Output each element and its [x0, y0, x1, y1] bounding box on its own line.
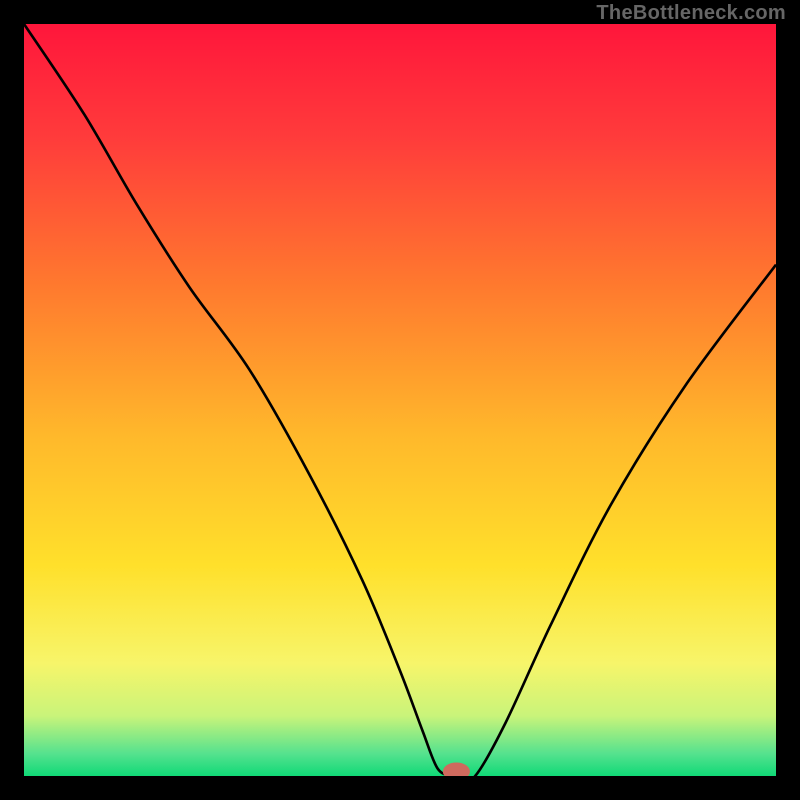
source-credit: TheBottleneck.com [596, 2, 786, 25]
plot-area [24, 24, 776, 776]
bottleneck-chart [24, 24, 776, 776]
chart-container: TheBottleneck.com [0, 0, 800, 800]
chart-background-gradient [24, 24, 776, 776]
